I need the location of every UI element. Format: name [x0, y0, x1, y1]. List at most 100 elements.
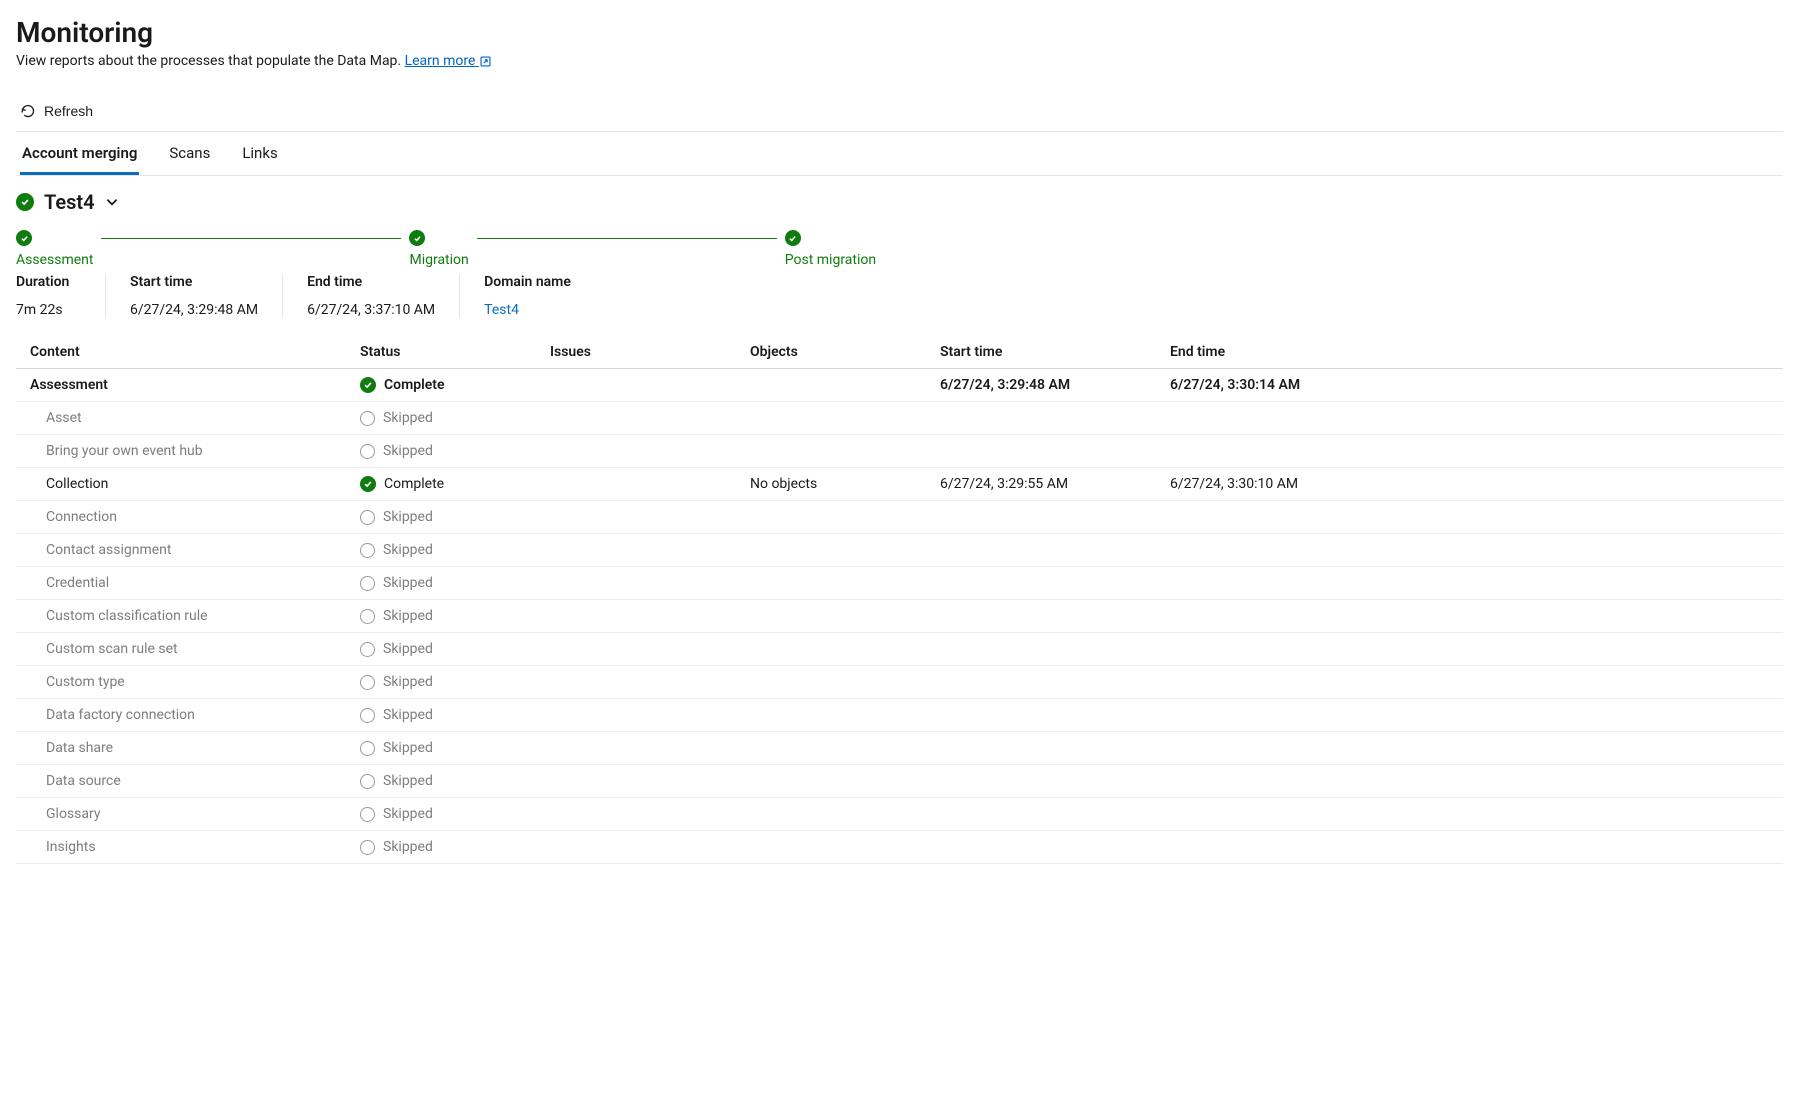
status-text: Skipped [383, 707, 433, 723]
cell-content: Bring your own event hub [30, 443, 360, 459]
tab-links[interactable]: Links [240, 132, 279, 175]
skip-circle-icon [360, 510, 375, 525]
refresh-button[interactable]: Refresh [16, 97, 97, 125]
learn-more-label: Learn more [405, 53, 476, 69]
cell-status: Skipped [360, 509, 550, 525]
table-row: Bring your own event hub Skipped [16, 435, 1783, 468]
table-row: Data factory connection Skipped [16, 699, 1783, 732]
skip-circle-icon [360, 840, 375, 855]
check-circle-icon [16, 193, 34, 211]
cell-content: Data factory connection [30, 707, 360, 723]
cell-content: Data share [30, 740, 360, 756]
col-header-content: Content [30, 344, 360, 360]
results-grid: Content Status Issues Objects Start time… [16, 336, 1783, 864]
status-text: Skipped [383, 542, 433, 558]
status-text: Skipped [383, 443, 433, 459]
table-row: Contact assignmentSkipped [16, 534, 1783, 567]
cell-content: Collection [30, 476, 360, 492]
tab-account-merging[interactable]: Account merging [20, 132, 139, 175]
cell-content: Custom classification rule [30, 608, 360, 624]
skip-circle-icon [360, 741, 375, 756]
status-text: Skipped [383, 740, 433, 756]
cell-content: Connection [30, 509, 360, 525]
learn-more-link[interactable]: Learn more [405, 53, 492, 69]
skip-circle-icon [360, 774, 375, 789]
phase-connector [101, 238, 401, 239]
cell-content: Credential [30, 575, 360, 591]
skip-circle-icon [360, 708, 375, 723]
cell-status: Skipped [360, 839, 550, 855]
cell-content: Data source [30, 773, 360, 789]
cell-status: Skipped [360, 575, 550, 591]
cell-content: Insights [30, 839, 360, 855]
cell-content: Assessment [30, 377, 360, 393]
phase-assessment: Assessment [16, 230, 93, 268]
check-circle-icon [785, 230, 801, 246]
skip-circle-icon [360, 642, 375, 657]
end-time-label: End time [307, 274, 435, 290]
duration-label: Duration [16, 274, 81, 290]
status-text: Skipped [383, 641, 433, 657]
chevron-down-icon [105, 195, 119, 209]
table-row: Custom scan rule setSkipped [16, 633, 1783, 666]
phase-progress: AssessmentMigrationPost migration [16, 230, 1783, 268]
cell-end-time: 6/27/24, 3:30:10 AM [1170, 476, 1400, 492]
refresh-icon [20, 103, 36, 119]
phase-post-migration: Post migration [785, 230, 876, 268]
domain-name-label: Domain name [484, 274, 571, 290]
status-text: Skipped [383, 674, 433, 690]
col-header-end: End time [1170, 344, 1400, 360]
external-link-icon [479, 55, 492, 68]
cell-status: Skipped [360, 674, 550, 690]
cell-start-time: 6/27/24, 3:29:55 AM [940, 476, 1170, 492]
end-time-value: 6/27/24, 3:37:10 AM [307, 302, 435, 318]
table-row: Assessment Complete 6/27/24, 3:29:48 AM6/2… [16, 369, 1783, 402]
cell-status: Skipped [360, 608, 550, 624]
status-text: Skipped [383, 575, 433, 591]
table-row: ConnectionSkipped [16, 501, 1783, 534]
skip-circle-icon [360, 411, 375, 426]
domain-name-value[interactable]: Test4 [484, 302, 571, 318]
phase-label: Post migration [785, 252, 876, 268]
status-text: Complete [384, 377, 445, 393]
skip-circle-icon [360, 609, 375, 624]
skip-circle-icon [360, 807, 375, 822]
table-row: GlossarySkipped [16, 798, 1783, 831]
cell-end-time: 6/27/24, 3:30:14 AM [1170, 377, 1400, 393]
cell-status: Complete [360, 476, 550, 492]
table-row: Custom classification ruleSkipped [16, 600, 1783, 633]
table-row: Credential Skipped [16, 567, 1783, 600]
table-row: Data source Skipped [16, 765, 1783, 798]
cell-status: Skipped [360, 740, 550, 756]
cell-status: Skipped [360, 410, 550, 426]
status-text: Skipped [383, 773, 433, 789]
check-circle-icon [360, 476, 376, 492]
cell-status: Skipped [360, 773, 550, 789]
skip-circle-icon [360, 543, 375, 558]
cell-content: Custom type [30, 674, 360, 690]
page-title: Monitoring [16, 16, 1783, 49]
status-text: Skipped [383, 410, 433, 426]
table-row: Custom type Skipped [16, 666, 1783, 699]
toolbar: Refresh [16, 91, 1783, 132]
refresh-label: Refresh [44, 103, 93, 119]
tab-bar: Account merging Scans Links [16, 132, 1783, 176]
table-row: CollectionCompleteNo objects6/27/24, 3:2… [16, 468, 1783, 501]
col-header-status: Status [360, 344, 550, 360]
grid-header: Content Status Issues Objects Start time… [16, 336, 1783, 369]
cell-status: Skipped [360, 707, 550, 723]
tab-scans[interactable]: Scans [167, 132, 212, 175]
col-header-issues: Issues [550, 344, 750, 360]
table-row: InsightsSkipped [16, 831, 1783, 864]
cell-status: Skipped [360, 806, 550, 822]
skip-circle-icon [360, 576, 375, 591]
merge-selector[interactable]: Test4 [16, 176, 1783, 230]
col-header-objects: Objects [750, 344, 940, 360]
table-row: AssetSkipped [16, 402, 1783, 435]
cell-start-time: 6/27/24, 3:29:48 AM [940, 377, 1170, 393]
table-row: Data share Skipped [16, 732, 1783, 765]
cell-status: Skipped [360, 443, 550, 459]
cell-status: Skipped [360, 641, 550, 657]
status-text: Complete [384, 476, 444, 492]
cell-status: Complete [360, 377, 550, 393]
